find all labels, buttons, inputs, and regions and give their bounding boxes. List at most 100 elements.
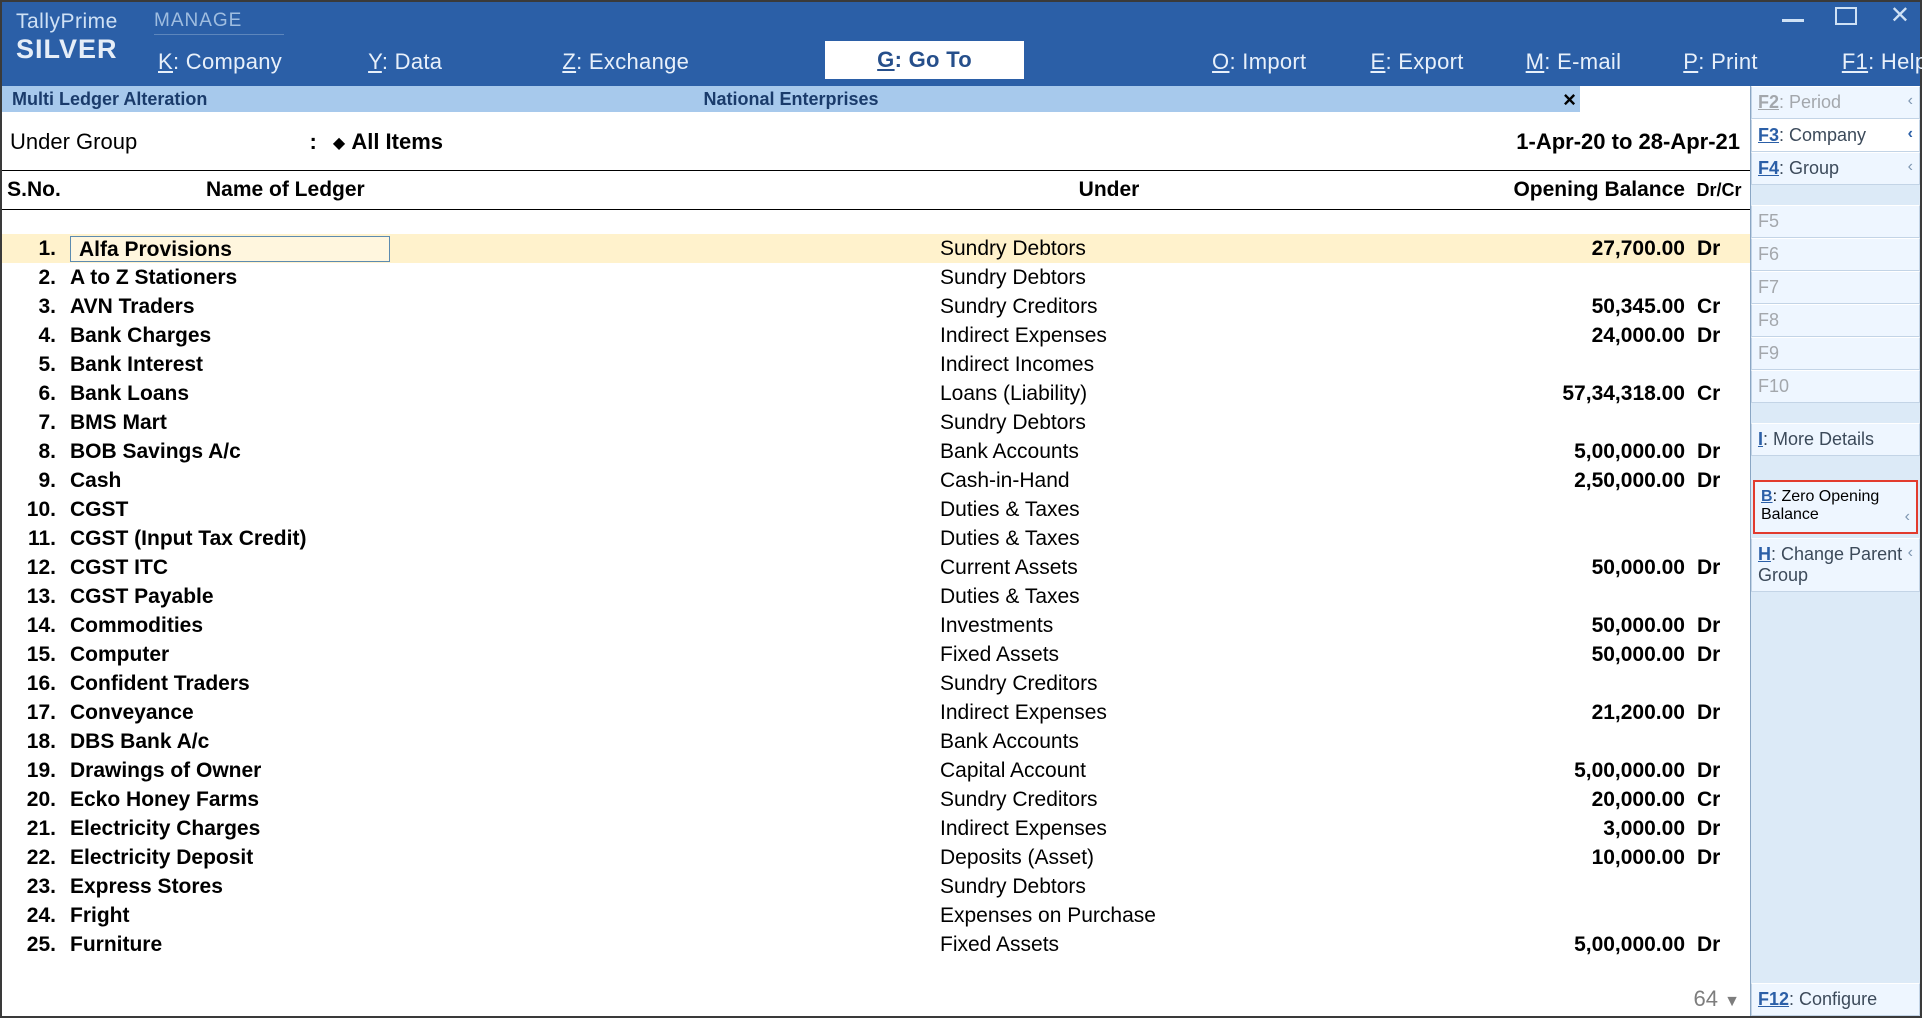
row-name[interactable]: BOB Savings A/c xyxy=(66,440,936,464)
row-name[interactable]: Bank Charges xyxy=(66,324,936,348)
row-under: Investments xyxy=(936,614,1282,638)
row-name[interactable]: BMS Mart xyxy=(66,411,936,435)
row-name[interactable]: Confident Traders xyxy=(66,672,936,696)
side-f12-configure[interactable]: F12: Configure xyxy=(1751,983,1920,1016)
side-f3-company[interactable]: F3: Company‹ xyxy=(1751,119,1920,152)
row-under: Sundry Debtors xyxy=(936,411,1282,435)
menu-goto[interactable]: G: Go To xyxy=(825,41,1024,79)
row-balance: 20,000.00 xyxy=(1282,788,1689,812)
row-drcr: Dr xyxy=(1689,643,1749,667)
ledger-row[interactable]: 11.CGST (Input Tax Credit)Duties & Taxes xyxy=(2,524,1750,553)
ledger-row[interactable]: 3.AVN TradersSundry Creditors50,345.00Cr xyxy=(2,292,1750,321)
under-group-value[interactable]: All Items xyxy=(351,129,443,154)
row-name[interactable]: Cash xyxy=(66,469,936,493)
row-under: Sundry Debtors xyxy=(936,266,1282,290)
row-name[interactable]: CGST xyxy=(66,498,936,522)
ledger-row[interactable]: 14.CommoditiesInvestments50,000.00Dr xyxy=(2,611,1750,640)
ledger-row[interactable]: 20.Ecko Honey FarmsSundry Creditors20,00… xyxy=(2,785,1750,814)
close-screen-icon[interactable]: × xyxy=(1563,87,1576,113)
ledger-row[interactable]: 4.Bank ChargesIndirect Expenses24,000.00… xyxy=(2,321,1750,350)
side-f5: F5 xyxy=(1751,205,1920,238)
menu-import[interactable]: O: Import xyxy=(1202,45,1316,79)
col-name: Name of Ledger xyxy=(66,178,936,202)
side-f4-group[interactable]: F4: Group‹ xyxy=(1751,152,1920,185)
row-sno: 1. xyxy=(2,237,66,261)
menu-email[interactable]: M: E-mail xyxy=(1516,45,1632,79)
ledger-row[interactable]: 5.Bank InterestIndirect Incomes xyxy=(2,350,1750,379)
row-name[interactable]: Conveyance xyxy=(66,701,936,725)
row-name[interactable]: Furniture xyxy=(66,933,936,957)
menu-export[interactable]: E: Export xyxy=(1360,45,1473,79)
row-name[interactable]: DBS Bank A/c xyxy=(66,730,936,754)
row-balance: 3,000.00 xyxy=(1282,817,1689,841)
row-drcr: Dr xyxy=(1689,846,1749,870)
row-name[interactable]: Electricity Deposit xyxy=(66,846,936,870)
ledger-row[interactable]: 21.Electricity ChargesIndirect Expenses3… xyxy=(2,814,1750,843)
row-name[interactable]: Express Stores xyxy=(66,875,936,899)
manage-label[interactable]: MANAGE xyxy=(154,10,284,35)
ledger-row[interactable]: 10.CGSTDuties & Taxes xyxy=(2,495,1750,524)
row-name[interactable]: Bank Loans xyxy=(66,382,936,406)
row-name[interactable]: AVN Traders xyxy=(66,295,936,319)
row-sno: 23. xyxy=(2,875,66,899)
row-name[interactable]: Computer xyxy=(66,643,936,667)
row-name[interactable]: CGST (Input Tax Credit) xyxy=(66,527,936,551)
under-group-label: Under Group xyxy=(10,129,137,154)
ledger-row[interactable]: 12.CGST ITCCurrent Assets50,000.00Dr xyxy=(2,553,1750,582)
row-name[interactable]: CGST ITC xyxy=(66,556,936,580)
row-under: Indirect Expenses xyxy=(936,324,1282,348)
ledger-row[interactable]: 22.Electricity DepositDeposits (Asset)10… xyxy=(2,843,1750,872)
side-change-parent[interactable]: H: Change Parent Group‹ xyxy=(1751,538,1920,592)
row-sno: 5. xyxy=(2,353,66,377)
row-drcr: Dr xyxy=(1689,237,1749,261)
side-f10: F10 xyxy=(1751,370,1920,403)
ledger-row[interactable]: 15.ComputerFixed Assets50,000.00Dr xyxy=(2,640,1750,669)
row-name[interactable]: A to Z Stationers xyxy=(66,266,936,290)
row-balance: 2,50,000.00 xyxy=(1282,469,1689,493)
row-sno: 13. xyxy=(2,585,66,609)
row-balance: 24,000.00 xyxy=(1282,324,1689,348)
ledger-row[interactable]: 16.Confident TradersSundry Creditors xyxy=(2,669,1750,698)
menu-help[interactable]: F1: Help● xyxy=(1832,45,1922,79)
ledger-row[interactable]: 19.Drawings of OwnerCapital Account5,00,… xyxy=(2,756,1750,785)
row-sno: 7. xyxy=(2,411,66,435)
menu-print[interactable]: P: Print xyxy=(1673,45,1768,79)
side-more-details[interactable]: I: More Details xyxy=(1751,423,1920,456)
ledger-row[interactable]: 2.A to Z StationersSundry Debtors xyxy=(2,263,1750,292)
restore-icon[interactable] xyxy=(1838,10,1856,24)
ledger-row[interactable]: 24.FrightExpenses on Purchase xyxy=(2,901,1750,930)
ledger-row[interactable]: 18.DBS Bank A/cBank Accounts xyxy=(2,727,1750,756)
row-name[interactable]: Fright xyxy=(66,904,936,928)
menu-company[interactable]: K: Company xyxy=(148,45,292,79)
ledger-row[interactable]: 13.CGST PayableDuties & Taxes xyxy=(2,582,1750,611)
row-sno: 2. xyxy=(2,266,66,290)
row-name[interactable]: Bank Interest xyxy=(66,353,936,377)
ledger-row[interactable]: 1.Alfa ProvisionsSundry Debtors27,700.00… xyxy=(2,234,1750,263)
row-name[interactable]: CGST Payable xyxy=(66,585,936,609)
menu-data[interactable]: Y: Data xyxy=(358,45,452,79)
menu-exchange[interactable]: Z: Exchange xyxy=(552,45,699,79)
row-name-input[interactable]: Alfa Provisions xyxy=(70,236,390,262)
ledger-row[interactable]: 9.CashCash-in-Hand2,50,000.00Dr xyxy=(2,466,1750,495)
ledger-row[interactable]: 8.BOB Savings A/cBank Accounts5,00,000.0… xyxy=(2,437,1750,466)
row-sno: 16. xyxy=(2,672,66,696)
row-name[interactable]: Electricity Charges xyxy=(66,817,936,841)
row-under: Sundry Debtors xyxy=(936,875,1282,899)
close-icon[interactable]: ✕ xyxy=(1890,6,1910,26)
row-sno: 12. xyxy=(2,556,66,580)
col-drcr: Dr/Cr xyxy=(1689,180,1749,201)
minimize-icon[interactable] xyxy=(1782,19,1804,26)
row-name[interactable]: Drawings of Owner xyxy=(66,759,936,783)
ledger-row[interactable]: 17.ConveyanceIndirect Expenses21,200.00D… xyxy=(2,698,1750,727)
row-sno: 19. xyxy=(2,759,66,783)
row-name[interactable]: Alfa Provisions xyxy=(66,236,936,262)
ledger-row[interactable]: 6.Bank LoansLoans (Liability)57,34,318.0… xyxy=(2,379,1750,408)
column-header: S.No. Name of Ledger Under Opening Balan… xyxy=(2,170,1750,210)
down-more-icon[interactable]: ▼ xyxy=(1724,993,1740,1010)
side-zero-opening[interactable]: B: Zero Opening Balance‹ xyxy=(1753,480,1918,534)
ledger-row[interactable]: 25.FurnitureFixed Assets5,00,000.00Dr xyxy=(2,930,1750,959)
row-name[interactable]: Ecko Honey Farms xyxy=(66,788,936,812)
row-name[interactable]: Commodities xyxy=(66,614,936,638)
ledger-row[interactable]: 7.BMS MartSundry Debtors xyxy=(2,408,1750,437)
ledger-row[interactable]: 23.Express StoresSundry Debtors xyxy=(2,872,1750,901)
